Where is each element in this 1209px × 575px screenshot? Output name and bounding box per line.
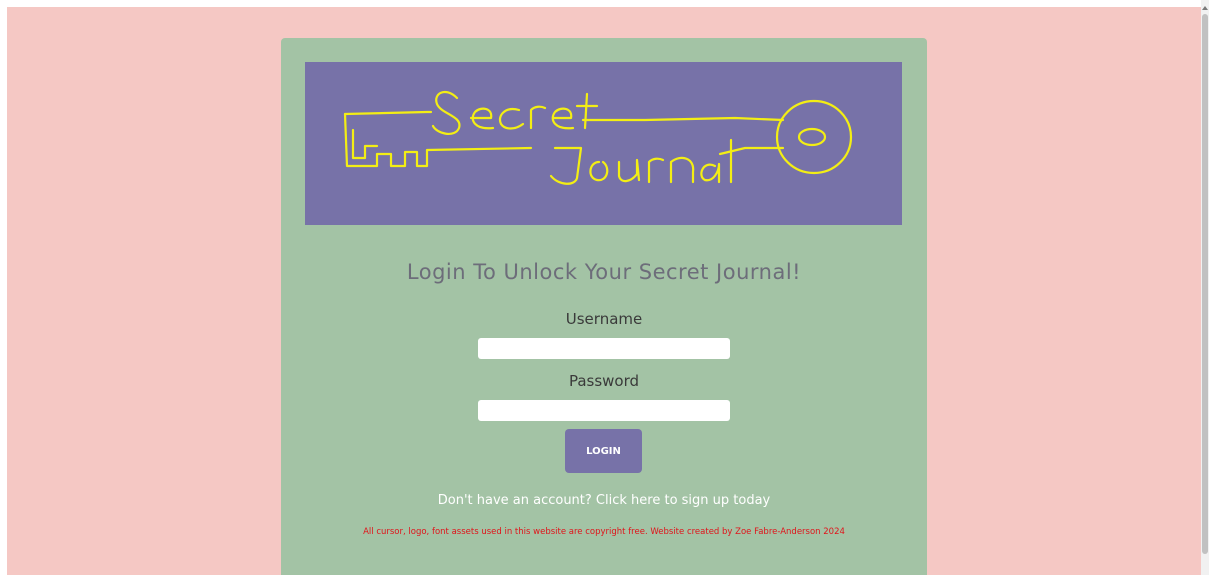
vertical-scrollbar[interactable] [1201,0,1209,575]
password-label: Password [568,372,640,390]
username-label: Username [565,310,643,328]
page-background: Login To Unlock Your Secret Journal! Use… [7,7,1201,575]
login-card: Login To Unlock Your Secret Journal! Use… [281,38,927,575]
login-button[interactable]: LOGIN [565,429,642,473]
scroll-up-icon[interactable] [1202,6,1208,10]
password-input[interactable] [478,400,730,421]
copyright-footer: All cursor, logo, font assets used in th… [363,527,845,537]
scrollbar-thumb[interactable] [1202,14,1208,554]
secret-journal-logo [305,62,902,225]
page-title: Login To Unlock Your Secret Journal! [406,260,802,284]
username-input[interactable] [478,338,730,359]
signup-link[interactable]: Don't have an account? Click here to sig… [281,493,927,508]
